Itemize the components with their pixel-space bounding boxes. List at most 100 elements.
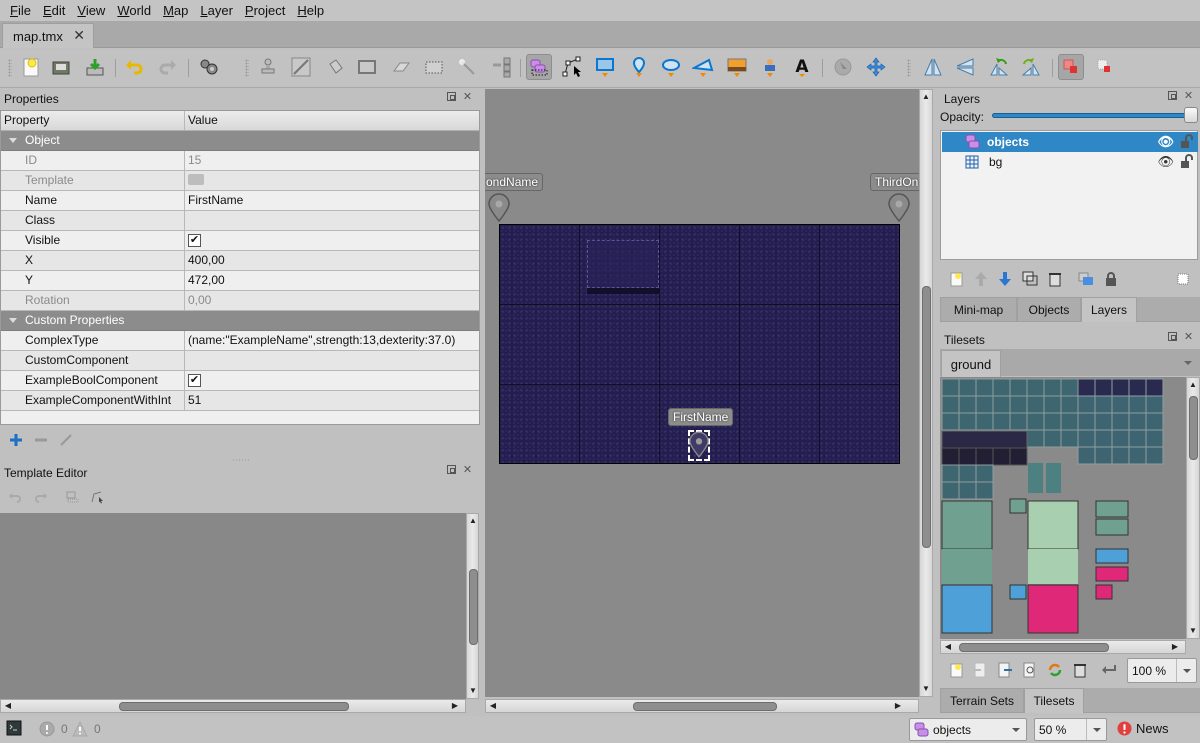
float-icon[interactable] <box>1168 91 1177 100</box>
opacity-slider[interactable] <box>992 113 1192 118</box>
tile[interactable] <box>1094 412 1113 431</box>
tile[interactable] <box>1145 378 1164 397</box>
chevron-down-icon[interactable] <box>1006 719 1026 740</box>
close-icon[interactable]: ✕ <box>73 27 85 44</box>
tile[interactable] <box>975 378 994 397</box>
tile[interactable] <box>1145 395 1164 414</box>
scroll-down-arrow[interactable]: ▼ <box>920 683 932 695</box>
tile[interactable] <box>992 412 1011 431</box>
flip-vertical-button[interactable] <box>952 54 978 80</box>
property-row-complextype[interactable]: ComplexType (name:"ExampleName",strength:… <box>1 331 479 351</box>
insert-template-button[interactable] <box>757 54 783 80</box>
new-layer-button[interactable] <box>949 271 965 287</box>
tile[interactable] <box>1111 446 1130 465</box>
scroll-right-arrow[interactable]: ▶ <box>1169 641 1181 653</box>
map-pin-icon[interactable] <box>888 193 910 223</box>
chevron-down-icon[interactable] <box>1184 361 1192 365</box>
template-redo-button[interactable] <box>33 489 49 505</box>
chevron-down-icon[interactable] <box>1176 659 1196 682</box>
tile[interactable] <box>1009 412 1028 431</box>
scroll-down-arrow[interactable]: ▼ <box>1187 625 1199 637</box>
bucket-fill-button[interactable] <box>322 54 348 80</box>
property-value[interactable]: FirstName <box>185 191 479 210</box>
tile[interactable] <box>958 464 977 483</box>
template-horizontal-scrollbar[interactable]: ◀ ▶ <box>0 699 466 713</box>
edit-polygons-button[interactable] <box>560 54 586 80</box>
template-vertical-scrollbar[interactable]: ▲ ▼ <box>466 513 479 699</box>
insert-tile-button[interactable] <box>724 54 750 80</box>
map-pin-icon[interactable] <box>488 193 510 223</box>
tile[interactable] <box>1111 429 1130 448</box>
tile[interactable] <box>1111 395 1130 414</box>
tile[interactable] <box>1009 395 1028 414</box>
tile[interactable] <box>941 464 960 483</box>
commands-button[interactable] <box>196 54 222 80</box>
tile[interactable] <box>1077 412 1096 431</box>
tile[interactable] <box>1145 412 1164 431</box>
tile[interactable] <box>975 464 994 483</box>
scroll-up-arrow[interactable]: ▲ <box>1187 379 1199 391</box>
rename-property-button[interactable] <box>58 432 74 448</box>
tile[interactable] <box>1060 412 1079 431</box>
tile[interactable] <box>1128 429 1147 448</box>
scrollbar-thumb[interactable] <box>633 702 777 711</box>
tile[interactable] <box>975 481 994 500</box>
tile[interactable] <box>1095 518 1129 536</box>
layer-row-bg[interactable]: bg 👁 <box>942 152 1198 172</box>
tile[interactable] <box>1060 395 1079 414</box>
tab-terrain-sets[interactable]: Terrain Sets <box>940 688 1024 713</box>
add-property-button[interactable] <box>8 432 24 448</box>
remove-property-button[interactable] <box>33 432 49 448</box>
rotate-left-button[interactable] <box>986 54 1012 80</box>
tile[interactable] <box>941 430 1028 449</box>
property-row-class[interactable]: Class <box>1 211 479 231</box>
tile[interactable] <box>1009 447 1028 466</box>
object-label-secondname[interactable]: ondName <box>485 173 544 191</box>
tile[interactable] <box>1043 395 1062 414</box>
tile[interactable] <box>942 549 992 584</box>
property-row-template[interactable]: Template <box>1 171 479 191</box>
map-horizontal-scrollbar[interactable]: ◀ ▶ <box>485 699 919 713</box>
eraser-button[interactable] <box>388 54 414 80</box>
move-objects-button[interactable] <box>863 54 889 80</box>
tile[interactable] <box>1009 498 1027 514</box>
eye-icon[interactable]: 👁 <box>1157 154 1174 170</box>
object-label-firstname[interactable]: FirstName <box>668 408 734 426</box>
highlight-layer-toggle[interactable] <box>1175 271 1191 287</box>
tile[interactable] <box>958 481 977 500</box>
object-label-thirdone[interactable]: ThirdOn <box>870 173 919 191</box>
property-row-id[interactable]: ID 15 <box>1 151 479 171</box>
tab-layers[interactable]: Layers <box>1081 297 1137 322</box>
redo-button[interactable] <box>155 54 181 80</box>
template-edit-polygons-button[interactable] <box>89 489 105 505</box>
scrollbar-thumb[interactable] <box>119 702 349 711</box>
tile[interactable] <box>958 378 977 397</box>
tileset-tab-ground[interactable]: ground <box>941 350 1001 377</box>
checkbox[interactable]: ✔ <box>188 374 201 388</box>
insert-ellipse-button[interactable] <box>658 54 684 80</box>
tile[interactable] <box>1128 378 1147 397</box>
template-editor-canvas[interactable] <box>0 513 466 699</box>
menu-view[interactable]: View <box>71 0 111 21</box>
stamp-brush-button[interactable] <box>255 54 281 80</box>
tile[interactable] <box>1077 429 1096 448</box>
scroll-right-arrow[interactable]: ▶ <box>892 700 904 712</box>
tile[interactable] <box>1094 395 1113 414</box>
tile[interactable] <box>1060 429 1079 448</box>
tile[interactable] <box>941 481 960 500</box>
replace-with-template-button[interactable] <box>830 54 856 80</box>
tile[interactable] <box>1027 584 1079 634</box>
checkbox[interactable]: ✔ <box>188 234 201 248</box>
float-icon[interactable] <box>447 465 456 474</box>
tileset-grid[interactable] <box>940 377 1186 639</box>
scrollbar-thumb[interactable] <box>469 569 478 645</box>
insert-polygon-button[interactable] <box>690 54 716 80</box>
tileset-zoom-combo[interactable]: 100 % <box>1127 658 1197 683</box>
tile[interactable] <box>1077 446 1096 465</box>
tile[interactable] <box>958 447 977 466</box>
map-zoom-combo[interactable]: 50 % <box>1034 718 1107 741</box>
scrollbar-thumb[interactable] <box>1189 396 1198 460</box>
close-icon[interactable]: ✕ <box>462 92 473 103</box>
scroll-down-arrow[interactable]: ▼ <box>467 685 479 697</box>
tile[interactable] <box>941 395 960 414</box>
